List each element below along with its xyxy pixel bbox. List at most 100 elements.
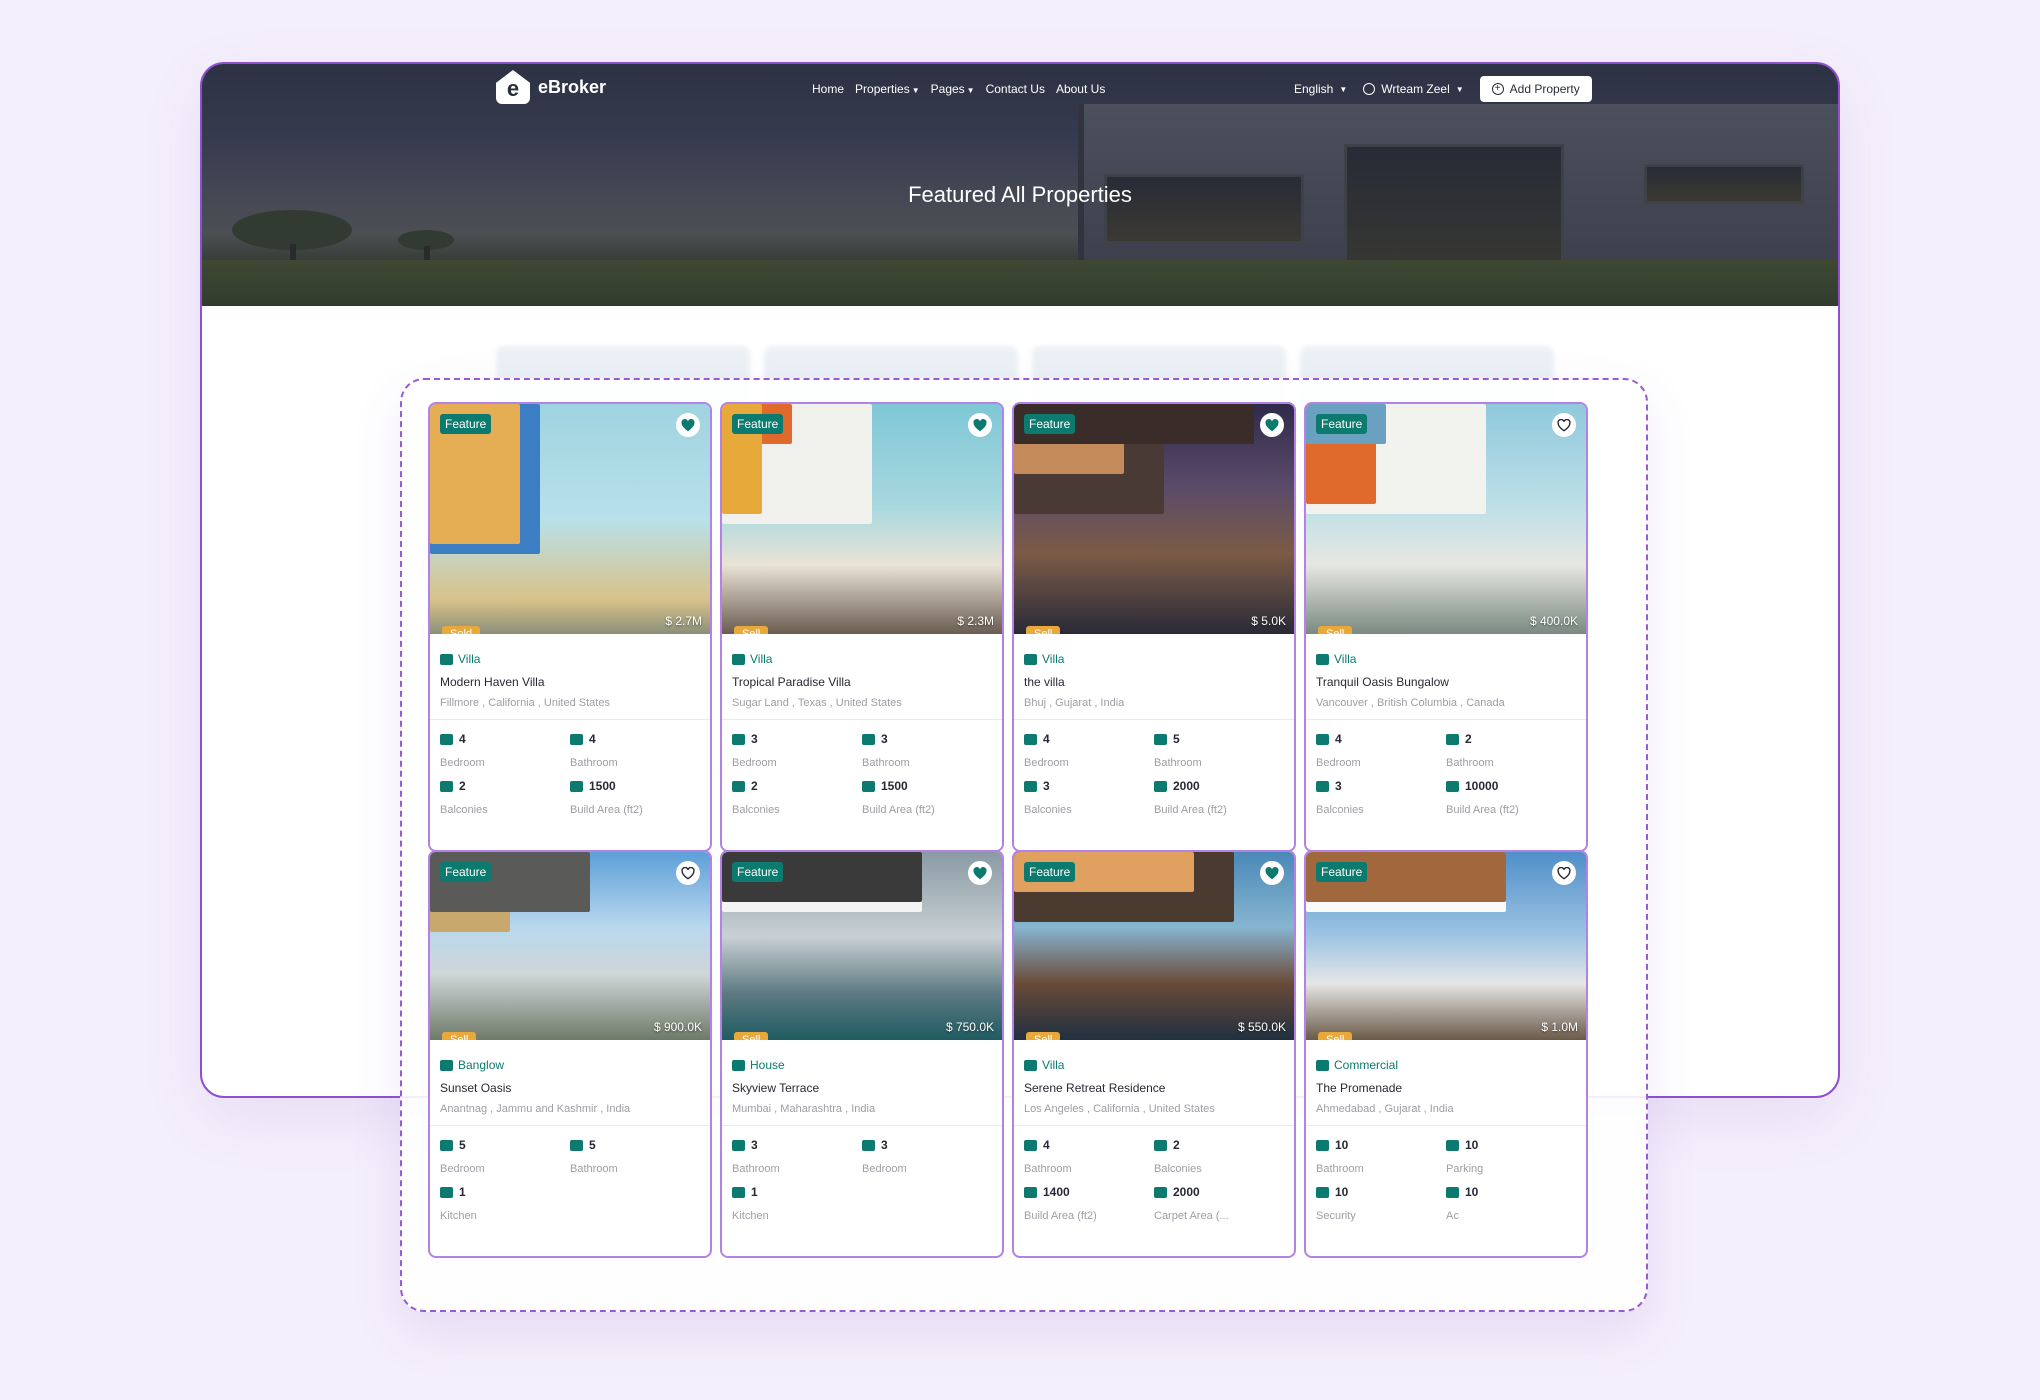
spec-value: 10 (1465, 1185, 1479, 1199)
property-title[interactable]: Tropical Paradise Villa (732, 675, 992, 689)
nav-right-tools: English ▼ Wrteam Zeel ▼ + Add Property (1294, 76, 1592, 102)
property-card[interactable]: Feature $ 550.0K Sell Villa Serene Retreat… (1012, 850, 1296, 1258)
property-title[interactable]: Modern Haven Villa (440, 675, 700, 689)
balcony-icon (1154, 1139, 1167, 1151)
area-icon (862, 780, 875, 792)
spec-label: Bedroom (1024, 757, 1069, 769)
spec-value: 10 (1335, 1138, 1349, 1152)
house-icon (732, 1059, 745, 1071)
user-menu[interactable]: Wrteam Zeel ▼ (1363, 82, 1464, 96)
property-specs: 5 Bedroom 5 Bathroom 1 Kitchen (430, 1126, 710, 1232)
spec-label: Bedroom (440, 757, 485, 769)
property-card[interactable]: Feature $ 2.3M Sell Villa Tropical Paradis… (720, 402, 1004, 852)
favorite-heart-icon[interactable] (968, 413, 992, 437)
property-specs: 3 Bedroom 3 Bathroom 2 Balconies 1500 Bu… (722, 720, 1002, 826)
caret-down-icon: ▼ (966, 86, 975, 95)
favorite-heart-icon[interactable] (1552, 861, 1576, 885)
bed-icon (732, 733, 745, 745)
property-location: Vancouver , British Columbia , Canada (1316, 697, 1505, 709)
property-type-label: House (750, 1058, 785, 1072)
property-specs: 4 Bedroom 2 Bathroom 3 Balconies 10000 B… (1306, 720, 1586, 826)
security-icon (1316, 1186, 1329, 1198)
property-card[interactable]: Feature $ 750.0K Sell House Skyview Terrac… (720, 850, 1004, 1258)
balcony-icon (440, 780, 453, 792)
property-card[interactable]: Feature $ 900.0K Sell Banglow Sunset Oasis… (428, 850, 712, 1258)
favorite-heart-icon[interactable] (968, 861, 992, 885)
kitchen-icon (732, 1186, 745, 1198)
favorite-heart-icon[interactable] (676, 413, 700, 437)
balcony-icon (732, 780, 745, 792)
spec-label: Ac (1446, 1210, 1459, 1222)
property-image[interactable]: Feature $ 1.0M Sell (1306, 852, 1586, 1040)
spec-value: 4 (1043, 1138, 1050, 1152)
property-title[interactable]: Serene Retreat Residence (1024, 1081, 1284, 1095)
bed-icon (440, 733, 453, 745)
spec-item: 10 Security (1316, 1185, 1446, 1222)
property-title[interactable]: Sunset Oasis (440, 1081, 700, 1095)
property-specs: 4 Bedroom 4 Bathroom 2 Balconies 1500 Bu… (430, 720, 710, 826)
property-type: Villa (1316, 652, 1576, 666)
nav-about-us[interactable]: About Us (1056, 82, 1105, 96)
nav-pages[interactable]: Pages ▼ (931, 82, 975, 96)
spec-label: Bedroom (862, 1163, 907, 1175)
status-tag: Sell (1026, 626, 1061, 634)
property-title[interactable]: The Promenade (1316, 1081, 1576, 1095)
spec-item: 1500 Build Area (ft2) (570, 779, 700, 816)
nav-properties[interactable]: Properties ▼ (855, 82, 920, 96)
spec-value: 4 (459, 732, 466, 746)
property-image[interactable]: Feature $ 900.0K Sell (430, 852, 710, 1040)
favorite-heart-icon[interactable] (676, 861, 700, 885)
spec-label: Carpet Area (... (1154, 1210, 1229, 1222)
balcony-icon (1316, 780, 1329, 792)
property-image[interactable]: Feature $ 550.0K Sell (1014, 852, 1294, 1040)
logo[interactable]: e eBroker (496, 70, 606, 104)
property-location: Sugar Land , Texas , United States (732, 697, 902, 709)
spec-value: 1500 (589, 779, 616, 793)
spec-item: 2000 Build Area (ft2) (1154, 779, 1284, 816)
spec-label: Balconies (1154, 1163, 1202, 1175)
property-card[interactable]: Feature $ 1.0M Sell Commercial The Promena… (1304, 850, 1588, 1258)
spec-item: 4 Bathroom (570, 732, 700, 769)
property-image[interactable]: Feature $ 750.0K Sell (722, 852, 1002, 1040)
add-property-button[interactable]: + Add Property (1479, 76, 1592, 102)
favorite-heart-icon[interactable] (1260, 861, 1284, 885)
spec-item: 2 Balconies (440, 779, 570, 816)
caret-down-icon: ▼ (911, 86, 920, 95)
property-title[interactable]: the villa (1024, 675, 1284, 689)
property-title[interactable]: Tranquil Oasis Bungalow (1316, 675, 1576, 689)
kitchen-icon (440, 1186, 453, 1198)
property-image[interactable]: Feature $ 2.7M Sold (430, 404, 710, 634)
property-image[interactable]: Feature $ 5.0K Sell (1014, 404, 1294, 634)
property-type-label: Villa (1042, 652, 1065, 666)
property-image[interactable]: Feature $ 400.0K Sell (1306, 404, 1586, 634)
property-card[interactable]: Feature $ 5.0K Sell Villa the villa Bhuj ,… (1012, 402, 1296, 852)
spec-value: 10000 (1465, 779, 1499, 793)
property-title[interactable]: Skyview Terrace (732, 1081, 992, 1095)
spec-item: 1500 Build Area (ft2) (862, 779, 992, 816)
property-card[interactable]: Feature $ 400.0K Sell Villa Tranquil Oasis… (1304, 402, 1588, 852)
caret-down-icon: ▼ (1339, 84, 1348, 94)
spec-label: Balconies (440, 804, 488, 816)
spec-value: 2 (1465, 732, 1472, 746)
status-tag: Sell (734, 1032, 769, 1040)
favorite-heart-icon[interactable] (1260, 413, 1284, 437)
area-icon (1154, 780, 1167, 792)
bungalow-icon (440, 1059, 453, 1071)
property-card[interactable]: Feature $ 2.7M Sold Villa Modern Haven Vil… (428, 402, 712, 852)
property-price: $ 2.3M (957, 614, 994, 628)
spec-label: Balconies (732, 804, 780, 816)
villa-icon (1024, 653, 1037, 665)
property-price: $ 2.7M (665, 614, 702, 628)
image-shape (430, 852, 590, 912)
main-menu: Home Properties ▼ Pages ▼ Contact Us About… (812, 82, 1105, 96)
spec-label: Bathroom (570, 1163, 618, 1175)
property-image[interactable]: Feature $ 2.3M Sell (722, 404, 1002, 634)
nav-contact-us[interactable]: Contact Us (986, 82, 1045, 96)
language-select[interactable]: English ▼ (1294, 82, 1347, 96)
favorite-heart-icon[interactable] (1552, 413, 1576, 437)
property-type-label: Banglow (458, 1058, 505, 1072)
nav-home[interactable]: Home (812, 82, 844, 96)
property-info: Villa the villa Bhuj , Gujarat , India (1014, 634, 1294, 720)
spec-label: Build Area (ft2) (1154, 804, 1227, 816)
spec-item: 3 Bedroom (862, 1138, 992, 1175)
